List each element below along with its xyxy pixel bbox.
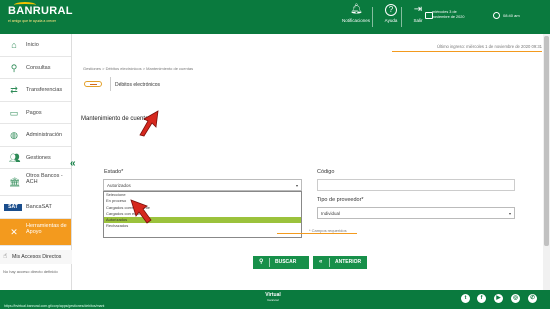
sidebar-item-pagos[interactable]: ▭ Pagos — [0, 102, 71, 124]
divider — [372, 7, 373, 27]
scrollbar-thumb[interactable] — [544, 36, 549, 246]
people-icon: 👥︎ — [9, 152, 21, 163]
footer: https://bvirtual.banrural.com.gt/corp/ap… — [0, 290, 550, 309]
sidebar-item-consultas[interactable]: ⚲ Consultas — [0, 57, 71, 79]
tipo-proveedor-label: Tipo de proveedor* — [317, 197, 364, 203]
current-time: 08:40 am — [503, 13, 520, 18]
chevron-left-icon: « — [319, 259, 323, 265]
notifications-button[interactable]: 🔔︎ Notificaciones — [339, 4, 373, 23]
exit-label: Salir — [413, 18, 423, 23]
no-shortcuts-text: No hay acceso directo definido — [3, 269, 58, 274]
sidebar-item-administracion[interactable]: ◍ Administración — [0, 124, 71, 147]
transfer-icon: ⇄ — [10, 85, 18, 95]
search-button[interactable]: ⚲ BUSCAR — [253, 256, 309, 269]
estado-label: Estado* — [104, 169, 124, 175]
status-url: https://bvirtual.banrural.com.gt/corp/ap… — [4, 304, 105, 308]
youtube-icon[interactable]: ▶ — [494, 294, 503, 303]
virtual-logo: Virtual banrural — [265, 292, 281, 303]
back-button[interactable]: « ANTERIOR — [313, 256, 367, 269]
codigo-label: Código — [317, 169, 335, 175]
clock-icon — [493, 12, 500, 19]
search-icon: ⚲ — [10, 62, 18, 73]
tipo-proveedor-select[interactable]: Individual ▾ — [317, 207, 515, 219]
whatsapp-icon[interactable]: ✆ — [528, 294, 537, 303]
chevron-down-icon: ▾ — [295, 183, 298, 188]
chevron-down-icon: ▾ — [508, 211, 511, 216]
page-title: Débitos electrónicos — [115, 82, 161, 88]
last-login: Último ingreso: miércoles 1 de noviembre… — [392, 44, 542, 52]
help-label: Ayuda — [384, 18, 398, 23]
facebook-icon[interactable]: f — [477, 294, 486, 303]
logo-tagline: el amigo que te ayuda a crecer — [8, 19, 57, 23]
bank-icon: 🏛︎ — [9, 177, 21, 187]
twitter-icon[interactable]: t — [461, 294, 470, 303]
instagram-icon[interactable]: ◎ — [511, 294, 520, 303]
search-icon: ⚲ — [259, 259, 264, 265]
estado-select[interactable]: Autorizados ▾ — [103, 179, 302, 191]
globe-icon: ◍ — [10, 130, 18, 140]
sidebar-item-bancasat[interactable]: SAT BancaSAT — [0, 196, 71, 219]
codigo-input[interactable] — [317, 179, 515, 191]
sidebar-item-inicio[interactable]: ⌂ Inicio — [0, 34, 71, 57]
divider — [329, 258, 330, 267]
sidebar-item-transferencias[interactable]: ⇄ Transferencias — [0, 79, 71, 102]
question-icon: ? — [385, 4, 397, 16]
annotation-arrow — [130, 199, 152, 224]
exit-icon: ⇥ — [413, 4, 423, 15]
tools-icon: ✕ — [10, 226, 18, 237]
home-icon: ⌂ — [11, 40, 17, 50]
bell-icon: 🔔︎ — [350, 4, 363, 15]
estado-option[interactable]: Rechazados — [104, 223, 301, 229]
payment-icon: ▭ — [9, 107, 19, 118]
divider — [269, 258, 270, 267]
debit-card-icon — [82, 77, 106, 91]
notifications-label: Notificaciones — [341, 18, 370, 23]
current-date: miércoles 3 de noviembre de 2020 — [432, 10, 465, 19]
sidebar-item-otros-bancos[interactable]: 🏛︎ Otros Bancos - ACH — [0, 169, 71, 196]
annotation-arrow — [139, 110, 159, 137]
banrural-logo[interactable]: BANRURAL el amigo que te ayuda a crecer — [6, 2, 72, 30]
breadcrumb: Gestiones > Débitos electrónicos > Mante… — [83, 66, 194, 71]
pointer-icon: ☝︎ — [3, 253, 8, 260]
sidebar-item-herramientas[interactable]: ✕ Herramientas de Apoyo — [0, 218, 71, 246]
my-shortcuts-header[interactable]: ☝︎ Mis Accesos Directos — [0, 250, 72, 264]
scrollbar[interactable] — [543, 34, 550, 290]
required-fields-note: * Campos requeridos — [277, 228, 357, 234]
sidebar-item-gestiones[interactable]: 👥︎ Gestiones — [0, 147, 71, 169]
top-bar: BANRURAL el amigo que te ayuda a crecer … — [0, 0, 550, 34]
sat-icon: SAT — [4, 204, 22, 211]
main-content: Último ingreso: miércoles 1 de noviembre… — [72, 34, 550, 290]
divider — [110, 77, 111, 91]
logo-brand: BANRURAL — [8, 5, 73, 17]
